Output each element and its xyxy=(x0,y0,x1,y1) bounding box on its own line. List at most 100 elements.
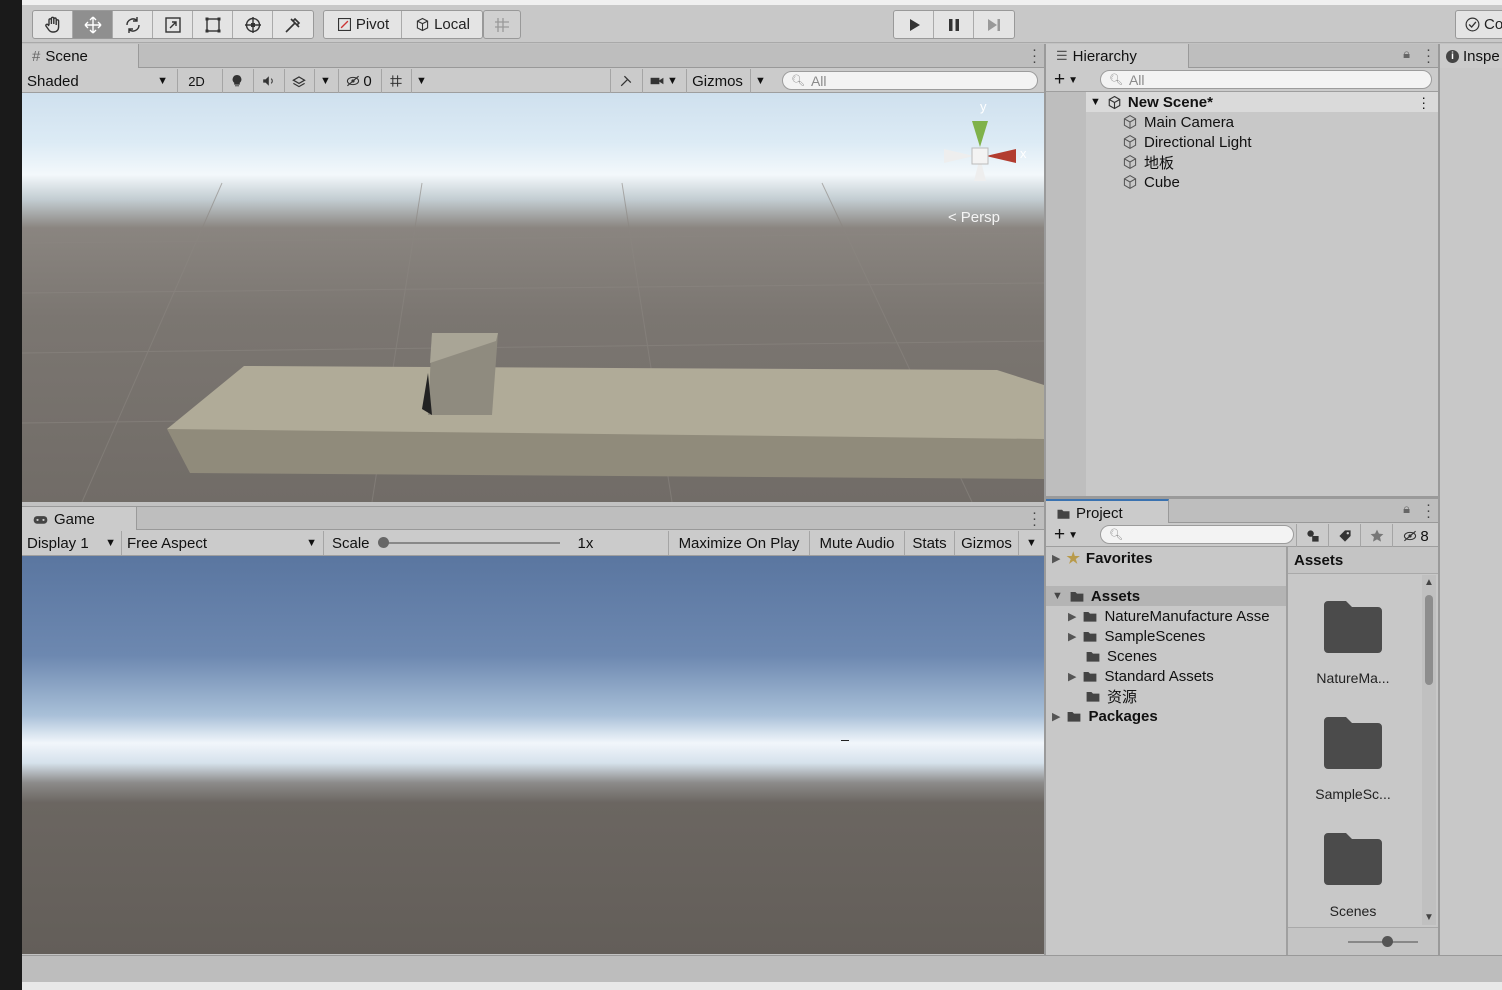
game-crosshair xyxy=(841,740,849,741)
scroll-down-icon[interactable]: ▼ xyxy=(1424,912,1434,923)
transform-tool-icon[interactable] xyxy=(233,11,273,38)
packages-row[interactable]: ▶ Packages xyxy=(1052,706,1158,726)
scroll-up-icon[interactable]: ▲ xyxy=(1424,577,1434,588)
hidden-objects-toggle[interactable]: 0 xyxy=(338,69,378,93)
play-icon[interactable] xyxy=(894,11,934,38)
asset-folder-row[interactable]: ▶ SampleScenes xyxy=(1068,626,1205,646)
shading-dropdown[interactable]: Shaded ▼ xyxy=(22,69,172,93)
expand-triangle-icon: ▶ xyxy=(1052,552,1061,565)
project-search-input[interactable]: 🔍︎ xyxy=(1100,525,1294,544)
grid-toggle-icon[interactable] xyxy=(381,69,409,93)
display-dropdown[interactable]: Display 1 ▼ xyxy=(22,531,120,555)
grid-folder-icon[interactable] xyxy=(1322,715,1384,775)
mute-audio-toggle[interactable]: Mute Audio xyxy=(809,531,904,555)
scene-menu-icon[interactable]: · · · xyxy=(1421,90,1426,114)
scene-search-input[interactable]: 🔍︎ All xyxy=(782,71,1038,90)
grid-snap-icon[interactable] xyxy=(484,11,520,38)
effects-icon[interactable] xyxy=(284,69,312,93)
game-menu-icon[interactable]: · · · xyxy=(1032,505,1037,532)
move-tool-icon[interactable] xyxy=(73,11,113,38)
favorite-star-icon[interactable] xyxy=(1360,524,1392,548)
effects-dropdown-icon[interactable]: ▼ xyxy=(314,69,336,93)
scroll-thumb[interactable] xyxy=(1425,595,1433,685)
hierarchy-item[interactable]: Main Camera xyxy=(1122,112,1234,132)
game-gizmos-toggle[interactable]: Gizmos xyxy=(954,531,1018,555)
gizmo-y-label: y xyxy=(980,99,987,114)
lock-icon[interactable]: 🔒︎ xyxy=(1403,46,1410,62)
collab-button[interactable]: Co xyxy=(1455,10,1502,39)
tab-game[interactable]: Game xyxy=(22,507,137,531)
assets-row[interactable]: ▼ Assets xyxy=(1046,586,1286,606)
hierarchy-item[interactable]: 地板 xyxy=(1122,152,1174,172)
hierarchy-item[interactable]: Directional Light xyxy=(1122,132,1252,152)
scene-viewport[interactable]: y x < Persp xyxy=(22,93,1044,502)
folder-open-icon xyxy=(1070,592,1084,602)
custom-tool-icon[interactable] xyxy=(273,11,313,38)
project-add-button[interactable]: + ▼ xyxy=(1054,524,1078,546)
project-hidden-toggle[interactable]: 8 xyxy=(1392,524,1438,548)
stats-toggle[interactable]: Stats xyxy=(904,531,954,555)
tab-project[interactable]: Project xyxy=(1046,499,1169,525)
grid-scrollbar[interactable]: ▲ ▼ xyxy=(1422,575,1436,925)
scene-menu-icon[interactable]: · · · xyxy=(1032,42,1037,69)
gizmos-dropdown-icon[interactable]: ▼ xyxy=(750,69,770,93)
aspect-dropdown[interactable]: Free Aspect ▼ xyxy=(121,531,321,555)
play-controls xyxy=(893,10,1015,39)
filter-by-type-icon[interactable] xyxy=(1296,524,1328,548)
scene-name: New Scene* xyxy=(1127,93,1213,111)
hierarchy-menu-icon[interactable]: · · · xyxy=(1426,42,1431,69)
grid-dropdown-icon[interactable]: ▼ xyxy=(411,69,431,93)
icon-size-thumb[interactable] xyxy=(1382,936,1393,947)
folder-icon xyxy=(1057,509,1070,519)
grid-folder-icon[interactable] xyxy=(1322,599,1384,659)
asset-folder-row[interactable]: ▶ Standard Assets xyxy=(1068,666,1214,686)
game-toolbar: Display 1 ▼ Free Aspect ▼ Scale 1x Maxim… xyxy=(22,530,1044,556)
scene-root-row[interactable]: ▼ New Scene* · · · xyxy=(1086,90,1438,114)
hierarchy-tab-label: Hierarchy xyxy=(1072,47,1137,65)
scale-slider-thumb[interactable] xyxy=(377,537,389,548)
orientation-gizmo[interactable]: y x < Persp xyxy=(934,99,1027,231)
folder-icon xyxy=(1084,632,1097,642)
scale-tool-icon[interactable] xyxy=(153,11,193,38)
game-tabbar: Game · · · xyxy=(22,505,1044,532)
pause-icon[interactable] xyxy=(934,11,974,38)
camera-dropdown[interactable]: ▼ xyxy=(642,69,684,93)
hierarchy-add-button[interactable]: + ▼ xyxy=(1054,69,1078,91)
favorites-row[interactable]: ▶ ★ Favorites xyxy=(1052,548,1153,568)
maximize-on-play-toggle[interactable]: Maximize On Play xyxy=(668,531,809,555)
audio-icon[interactable] xyxy=(253,69,281,93)
filter-by-label-icon[interactable] xyxy=(1328,524,1360,548)
scale-slider[interactable] xyxy=(377,536,560,550)
pivot-toggle[interactable]: Pivot xyxy=(324,11,402,38)
tab-hierarchy[interactable]: ☰ Hierarchy xyxy=(1046,44,1189,68)
project-menu-icon[interactable]: · · · xyxy=(1426,497,1431,524)
asset-folder-row[interactable]: ▶ NatureManufacture Asse xyxy=(1068,606,1270,626)
search-icon: 🔍︎ xyxy=(1109,74,1123,86)
bottom-edge xyxy=(22,982,1502,990)
lighting-icon[interactable] xyxy=(222,69,250,93)
rect-tool-icon[interactable] xyxy=(193,11,233,38)
tools-icon[interactable] xyxy=(610,69,640,93)
project-tab-label: Project xyxy=(1076,504,1123,522)
scene-gizmos-button[interactable]: Gizmos xyxy=(686,69,748,93)
hierarchy-search-input[interactable]: 🔍︎ All xyxy=(1100,70,1432,89)
local-toggle[interactable]: Local xyxy=(402,11,482,38)
hierarchy-item[interactable]: Cube xyxy=(1122,172,1180,192)
step-icon[interactable] xyxy=(974,11,1014,38)
asset-folder-row[interactable]: 资源 xyxy=(1085,686,1137,706)
list-icon: ☰ xyxy=(1056,48,1068,63)
lock-icon[interactable]: 🔒︎ xyxy=(1403,501,1410,517)
window-edge xyxy=(0,0,22,990)
hand-tool-icon[interactable] xyxy=(33,11,73,38)
asset-folder-row[interactable]: Scenes xyxy=(1085,646,1157,666)
grid-folder-icon[interactable] xyxy=(1322,831,1384,891)
game-gizmos-dropdown-icon[interactable]: ▼ xyxy=(1018,531,1044,555)
rotate-tool-icon[interactable] xyxy=(113,11,153,38)
icon-size-slider[interactable] xyxy=(1288,927,1438,955)
2d-toggle[interactable]: 2D xyxy=(177,69,215,93)
game-viewport[interactable] xyxy=(22,556,1044,954)
persp-toggle[interactable]: < Persp xyxy=(948,209,1000,226)
tab-inspector[interactable]: i Inspe xyxy=(1440,44,1502,68)
tab-scene[interactable]: # Scene xyxy=(22,44,139,68)
search-icon: 🔍︎ xyxy=(1109,529,1123,541)
